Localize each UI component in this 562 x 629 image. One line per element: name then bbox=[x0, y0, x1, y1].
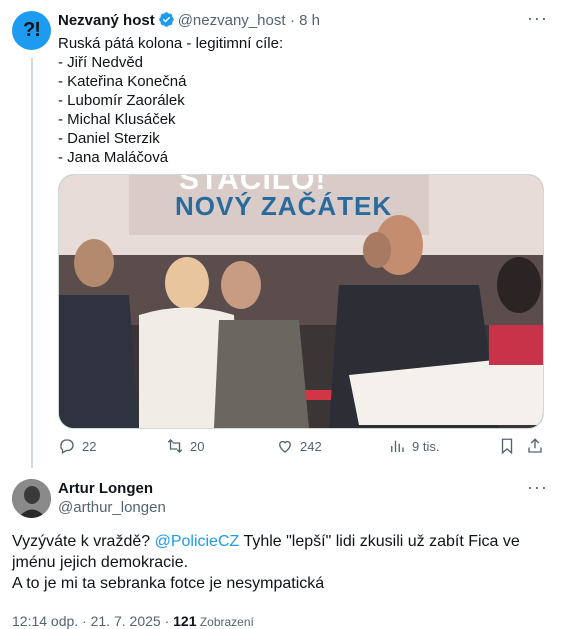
text-line: Ruská pátá kolona - legitimní cíle: bbox=[58, 35, 284, 52]
text-line: - Kateřina Konečná bbox=[58, 73, 187, 90]
more-options-icon[interactable]: ··· bbox=[527, 8, 548, 29]
text-line: - Jana Maláčová bbox=[58, 149, 169, 166]
share-icon bbox=[528, 438, 542, 453]
repost-icon bbox=[167, 439, 183, 453]
text-line: - Lubomír Zaorálek bbox=[58, 92, 185, 109]
repost-count: 20 bbox=[190, 438, 205, 454]
author-name[interactable]: Nezvaný host bbox=[58, 12, 155, 29]
media-video-thumbnail[interactable]: STAČILO! NOVÝ ZAČÁTEK bbox=[58, 174, 544, 429]
analytics-icon bbox=[391, 440, 404, 452]
more-options-icon[interactable]: ··· bbox=[527, 477, 548, 498]
tweet-actions: 22 20 242 9 tis. bbox=[58, 437, 548, 459]
reply-icon bbox=[60, 439, 74, 454]
post-time[interactable]: · 8 h bbox=[290, 12, 320, 29]
avatar-photo bbox=[12, 479, 51, 518]
mention-link[interactable]: @PolicieCZ bbox=[155, 533, 240, 550]
tweet-header: Nezvaný host @nezvany_host · 8 h bbox=[58, 11, 320, 30]
author-handle[interactable]: @arthur_longen bbox=[58, 499, 166, 516]
text-line: Vyzýváte k vraždě? @PolicieCZ Tyhle "lep… bbox=[12, 533, 520, 550]
text-line: - Daniel Sterzik bbox=[58, 130, 160, 147]
share-button[interactable] bbox=[526, 437, 550, 455]
text-line: - Michal Klusáček bbox=[58, 111, 176, 128]
bookmark-button[interactable] bbox=[498, 437, 522, 455]
thread-connector bbox=[31, 58, 33, 468]
text-line: A to je mi ta sebranka fotce je nesympat… bbox=[12, 575, 325, 592]
avatar[interactable]: ?! bbox=[12, 11, 51, 50]
like-button[interactable]: 242 bbox=[276, 437, 322, 455]
reply-button[interactable]: 22 bbox=[58, 437, 96, 455]
bookmark-icon bbox=[501, 438, 513, 455]
verified-badge-icon bbox=[158, 12, 174, 27]
tweet-text: Ruská pátá kolona - legitimní cíle: - Ji… bbox=[58, 34, 538, 167]
text-line: jménu jejich demokracie. bbox=[12, 554, 189, 571]
view-count: 9 tis. bbox=[412, 438, 440, 454]
views-button[interactable]: 9 tis. bbox=[388, 437, 439, 455]
text-line: - Jiří Nedvěd bbox=[58, 54, 144, 71]
heart-icon bbox=[279, 440, 291, 453]
repost-button[interactable]: 20 bbox=[166, 437, 204, 455]
reply-count: 22 bbox=[82, 438, 97, 454]
like-count: 242 bbox=[300, 438, 322, 454]
author-name[interactable]: Artur Longen bbox=[58, 480, 153, 497]
tweet-text: Vyzýváte k vraždě? @PolicieCZ Tyhle "lep… bbox=[12, 531, 552, 594]
avatar[interactable] bbox=[12, 479, 51, 518]
author-handle[interactable]: @nezvany_host bbox=[178, 12, 286, 29]
banner-text: NOVÝ ZAČÁTEK bbox=[175, 191, 393, 221]
